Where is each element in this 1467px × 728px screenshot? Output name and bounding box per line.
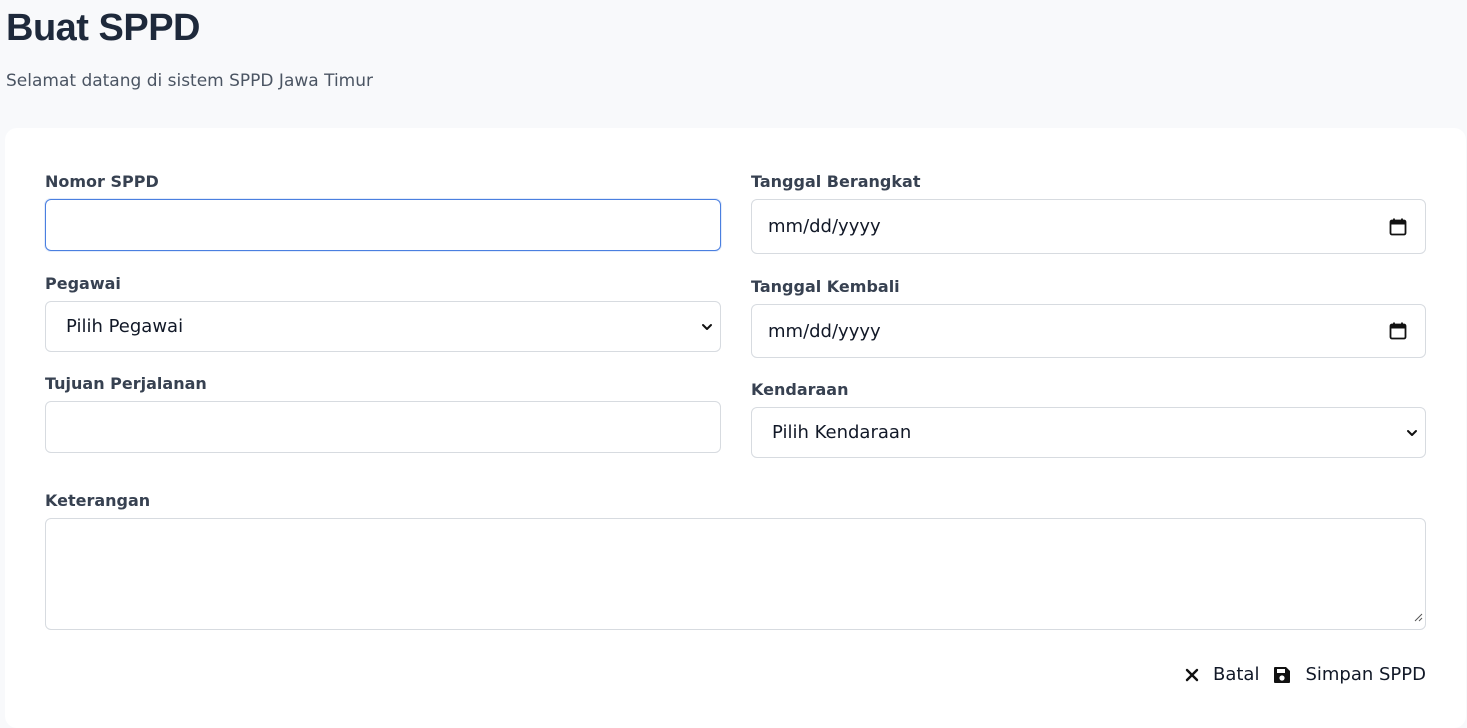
close-icon — [1185, 668, 1199, 682]
nomor-sppd-field: Nomor SPPD — [45, 172, 721, 251]
pegawai-field: Pegawai Pilih Pegawai — [45, 274, 721, 352]
save-sppd-button-label: Simpan SPPD — [1305, 664, 1426, 685]
save-sppd-button[interactable]: Simpan SPPD — [1273, 664, 1426, 685]
page-header: Buat SPPD Selamat datang di sistem SPPD … — [6, 8, 373, 92]
chevron-down-icon — [700, 320, 714, 334]
sppd-form-card: Nomor SPPD Pegawai Pilih Pegawai Tujuan … — [5, 128, 1466, 728]
page-subtitle: Selamat datang di sistem SPPD Jawa Timur — [6, 71, 373, 91]
keterangan-field: Keterangan — [45, 491, 1426, 630]
resize-grip-icon[interactable] — [1413, 606, 1423, 627]
cancel-button[interactable]: Batal — [1185, 664, 1259, 685]
calendar-icon[interactable] — [1389, 322, 1407, 340]
keterangan-textarea[interactable] — [45, 518, 1426, 630]
tanggal-berangkat-input[interactable]: mm/dd/yyyy — [751, 199, 1426, 254]
pegawai-selected-value: Pilih Pegawai — [66, 316, 184, 337]
form-actions: Batal Simpan SPPD — [1185, 664, 1426, 685]
page-title: Buat SPPD — [6, 7, 200, 49]
tujuan-perjalanan-label: Tujuan Perjalanan — [45, 374, 207, 393]
nomor-sppd-label: Nomor SPPD — [45, 172, 159, 191]
tanggal-kembali-input[interactable]: mm/dd/yyyy — [751, 304, 1426, 358]
kendaraan-label: Kendaraan — [751, 380, 849, 399]
kendaraan-selected-value: Pilih Kendaraan — [772, 422, 912, 443]
tanggal-kembali-label: Tanggal Kembali — [751, 277, 900, 296]
keterangan-label: Keterangan — [45, 491, 151, 510]
kendaraan-select[interactable]: Pilih Kendaraan — [751, 407, 1426, 458]
tanggal-kembali-placeholder: mm/dd/yyyy — [768, 320, 881, 342]
kendaraan-field: Kendaraan Pilih Kendaraan — [751, 380, 1426, 458]
pegawai-select[interactable]: Pilih Pegawai — [45, 301, 721, 352]
tanggal-berangkat-label: Tanggal Berangkat — [751, 172, 921, 191]
tanggal-kembali-field: Tanggal Kembali mm/dd/yyyy — [751, 277, 1426, 358]
tanggal-berangkat-field: Tanggal Berangkat mm/dd/yyyy — [751, 172, 1426, 254]
cancel-button-label: Batal — [1212, 664, 1260, 685]
tujuan-perjalanan-field: Tujuan Perjalanan — [45, 374, 721, 453]
tujuan-perjalanan-input[interactable] — [45, 401, 721, 453]
tanggal-berangkat-placeholder: mm/dd/yyyy — [768, 216, 881, 237]
chevron-down-icon — [1405, 426, 1419, 440]
save-icon — [1273, 666, 1291, 684]
calendar-icon[interactable] — [1389, 218, 1407, 236]
nomor-sppd-input[interactable] — [45, 199, 721, 251]
pegawai-label: Pegawai — [45, 274, 121, 293]
